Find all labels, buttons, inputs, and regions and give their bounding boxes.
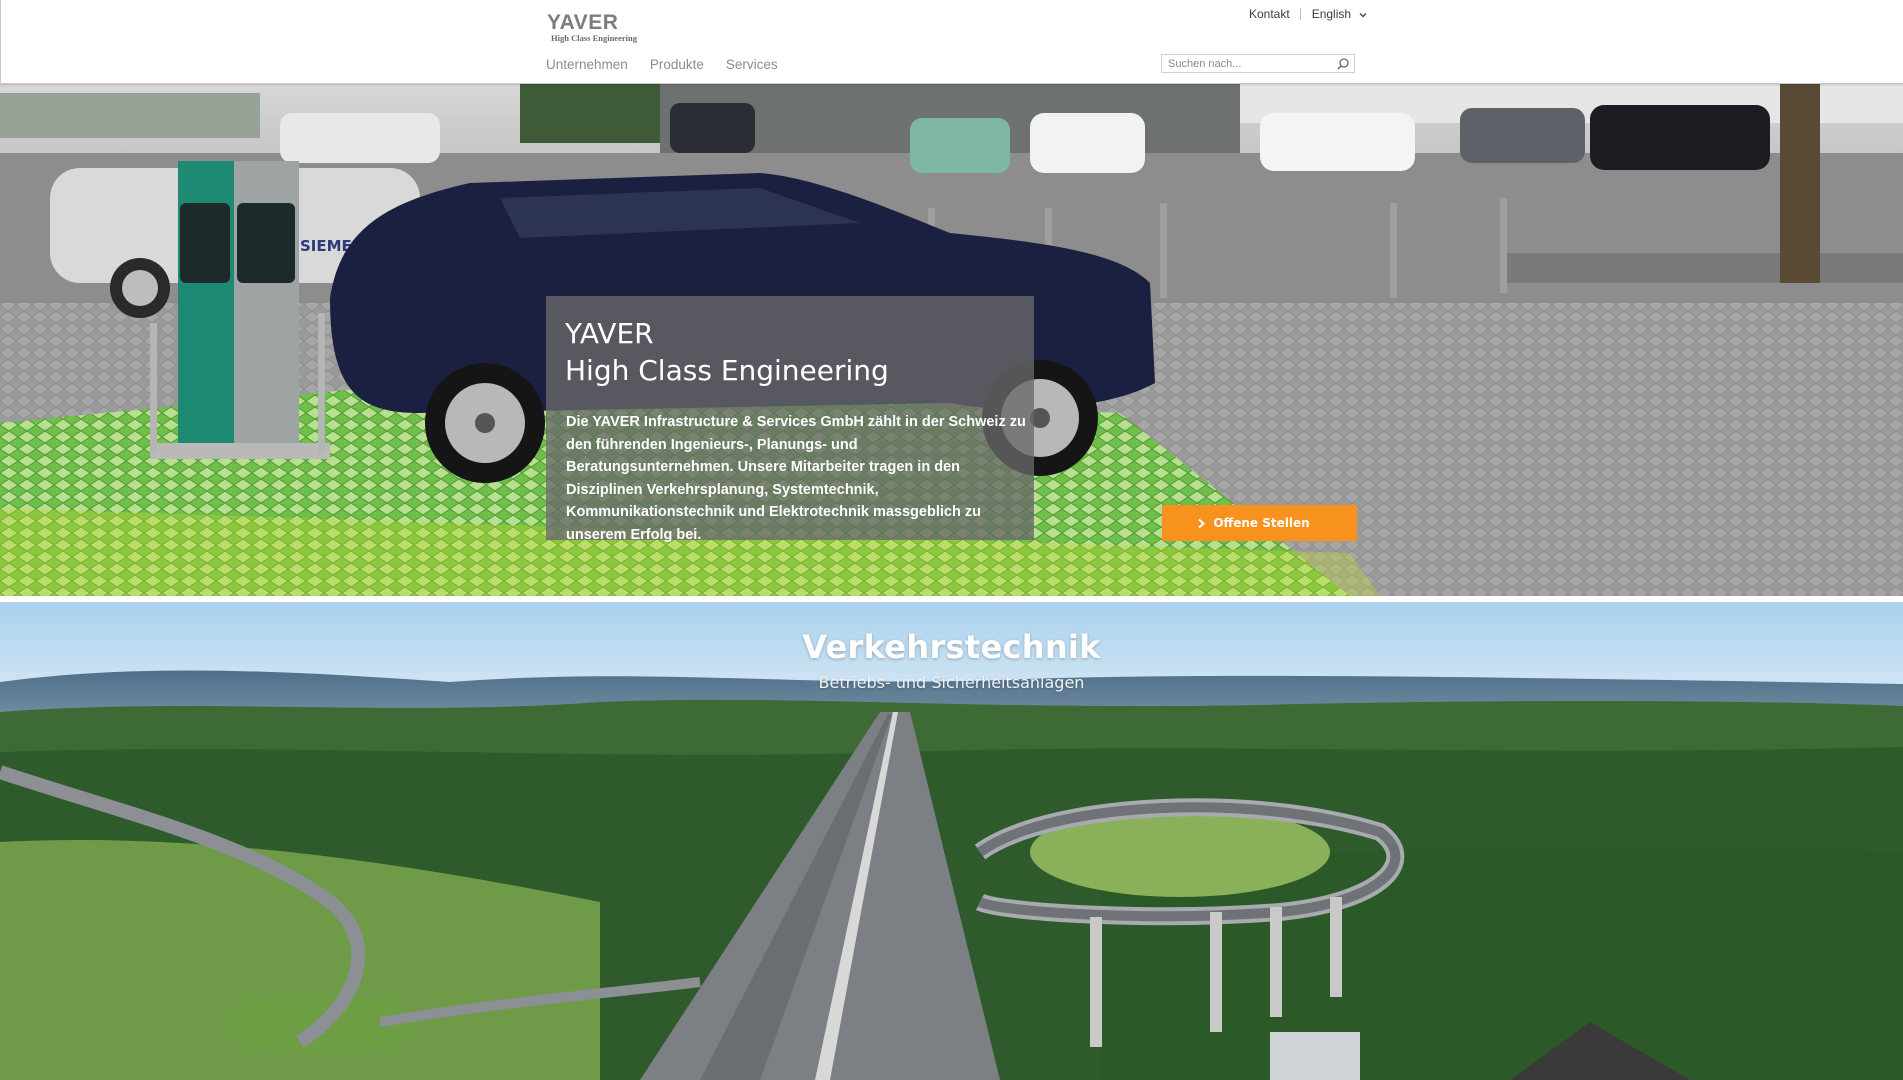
open-positions-label: Offene Stellen (1213, 516, 1310, 530)
search-box (1161, 54, 1355, 73)
chevron-down-icon (1359, 12, 1367, 18)
contact-link[interactable]: Kontakt (1249, 7, 1290, 21)
nav-item-unternehmen[interactable]: Unternehmen (546, 56, 628, 76)
company-logo[interactable]: YAVER High Class Engineering (547, 11, 642, 43)
hero-section: SIEMENS YAVER High Class Engineering Die… (0, 83, 1903, 596)
nav-item-services[interactable]: Services (726, 56, 778, 76)
hero-title-line1: YAVER (565, 317, 654, 350)
topbar-divider (1299, 8, 1301, 20)
language-label: English (1311, 7, 1352, 21)
hero-title-line2: High Class Engineering (565, 354, 889, 387)
language-selector[interactable]: English (1312, 7, 1369, 21)
header-border (0, 0, 1, 83)
search-input[interactable] (1162, 55, 1338, 72)
hero-intro-panel: YAVER High Class Engineering Die YAVER I… (546, 296, 1034, 543)
main-navigation: Unternehmen Produkte Services (546, 56, 778, 76)
nav-item-produkte[interactable]: Produkte (650, 56, 704, 76)
section-title: Verkehrstechnik (802, 628, 1101, 666)
chevron-right-icon (1198, 518, 1206, 528)
open-positions-button[interactable]: Offene Stellen (1162, 505, 1357, 541)
section-subtitle: Betriebs- und Sicherheitsanlagen (818, 673, 1085, 692)
site-header: YAVER High Class Engineering Unternehmen… (0, 0, 1903, 84)
logo-tagline: High Class Engineering (551, 33, 637, 43)
hero-description: Die YAVER Infrastructure & Services GmbH… (566, 414, 1026, 543)
top-utility-bar: Kontakt English (1249, 6, 1368, 22)
hero-title: YAVER High Class Engineering (565, 315, 1025, 389)
search-icon[interactable] (1336, 57, 1350, 71)
